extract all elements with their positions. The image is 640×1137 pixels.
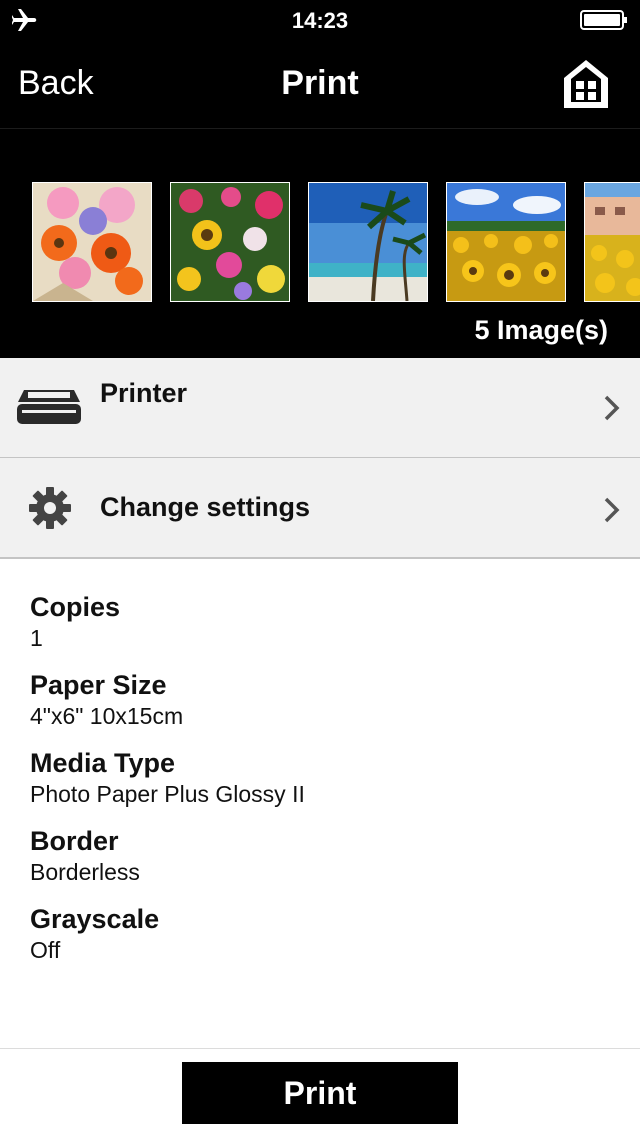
settings-summary: Copies 1 Paper Size 4"x6" 10x15cm Media … [30,590,610,980]
bottom-toolbar: Print [0,1048,640,1137]
setting-name: Media Type [30,748,176,778]
setting-value: Photo Paper Plus Glossy II [30,781,305,807]
thumbnail-sunflower-house[interactable] [584,182,640,302]
status-bar: 14:23 [0,0,640,40]
image-strip[interactable]: 5 Image(s) [0,129,640,358]
battery-icon [580,10,627,30]
setting-name: Border [30,826,119,856]
chevron-right-icon [604,497,620,523]
setting-value: Off [30,937,61,963]
thumbnail-tropical-beach[interactable] [308,182,428,302]
printer-row[interactable]: Printer [0,358,640,459]
setting-name: Copies [30,592,121,622]
setting-media-type: Media Type Photo Paper Plus Glossy II [30,746,610,824]
setting-value: 4"x6" 10x15cm [30,703,184,729]
setting-border: Border Borderless [30,824,610,902]
change-settings-row[interactable]: Change settings [0,458,640,559]
setting-paper-size: Paper Size 4"x6" 10x15cm [30,668,610,746]
image-count: 5 Image(s) [474,315,608,345]
chevron-right-icon [604,395,620,421]
setting-name: Grayscale [30,904,160,934]
thumbnail-garden-flowers[interactable] [170,182,290,302]
printer-icon [17,390,81,424]
setting-name: Paper Size [30,670,167,700]
back-button[interactable]: Back [18,64,94,103]
setting-copies: Copies 1 [30,590,610,668]
setting-value: Borderless [30,859,140,885]
thumbnail-sunflower-field[interactable] [446,182,566,302]
gear-icon [29,487,71,529]
printer-label: Printer [100,378,188,408]
thumbnail-flower-bouquet[interactable] [32,182,152,302]
page-title: Print [281,64,359,102]
setting-value: 1 [30,625,43,651]
print-button[interactable]: Print [182,1062,458,1124]
home-icon[interactable] [562,58,610,110]
status-time: 14:23 [291,8,349,33]
change-settings-label: Change settings [100,492,311,522]
setting-grayscale: Grayscale Off [30,902,610,980]
navigation-bar: Back Print [0,40,640,129]
